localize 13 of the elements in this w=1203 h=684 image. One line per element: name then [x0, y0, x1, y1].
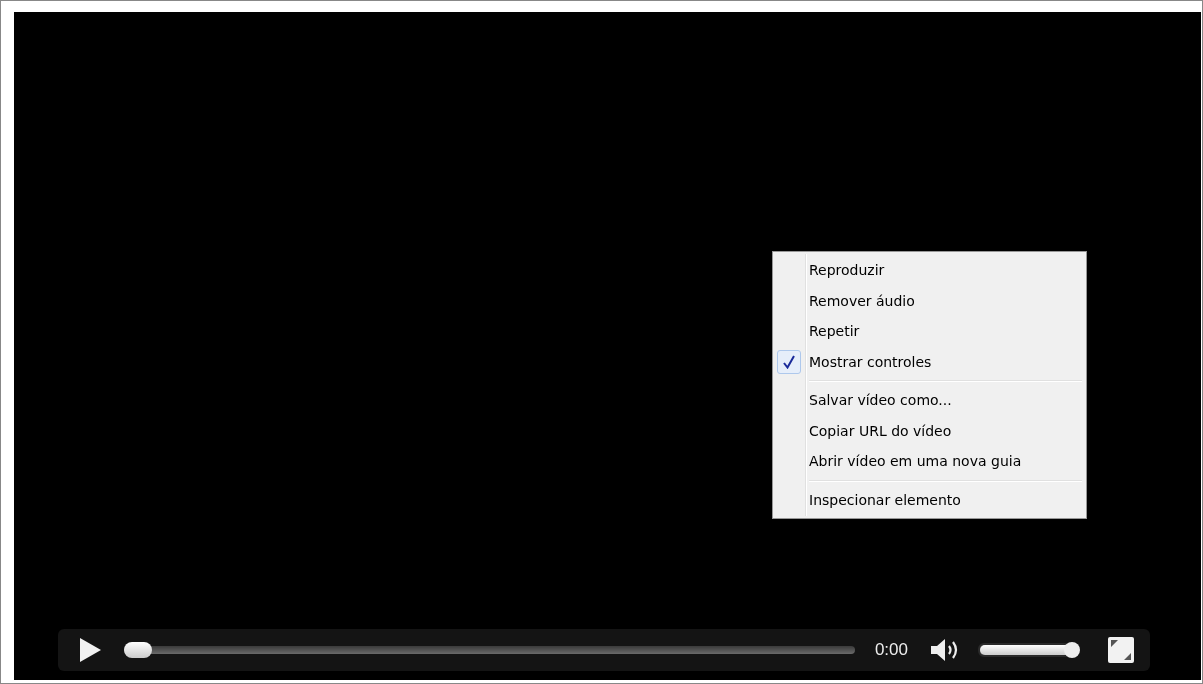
time-display: 0:00 — [874, 640, 908, 660]
volume-thumb[interactable] — [1064, 642, 1080, 658]
menu-item[interactable]: Repetir — [775, 316, 1084, 347]
menu-item[interactable]: Reproduzir — [775, 255, 1084, 286]
menu-item[interactable]: Inspecionar elemento — [775, 484, 1084, 515]
menu-item[interactable]: Salvar vídeo como... — [775, 385, 1084, 416]
menu-item[interactable]: Mostrar controles — [775, 346, 1084, 377]
menu-item[interactable]: Abrir vídeo em uma nova guia — [775, 446, 1084, 477]
progress-thumb[interactable] — [124, 642, 152, 658]
menu-item[interactable]: Copiar URL do vídeo — [775, 415, 1084, 446]
play-icon[interactable] — [78, 637, 102, 663]
fullscreen-icon[interactable] — [1108, 637, 1134, 663]
menu-item[interactable]: Remover áudio — [775, 285, 1084, 316]
